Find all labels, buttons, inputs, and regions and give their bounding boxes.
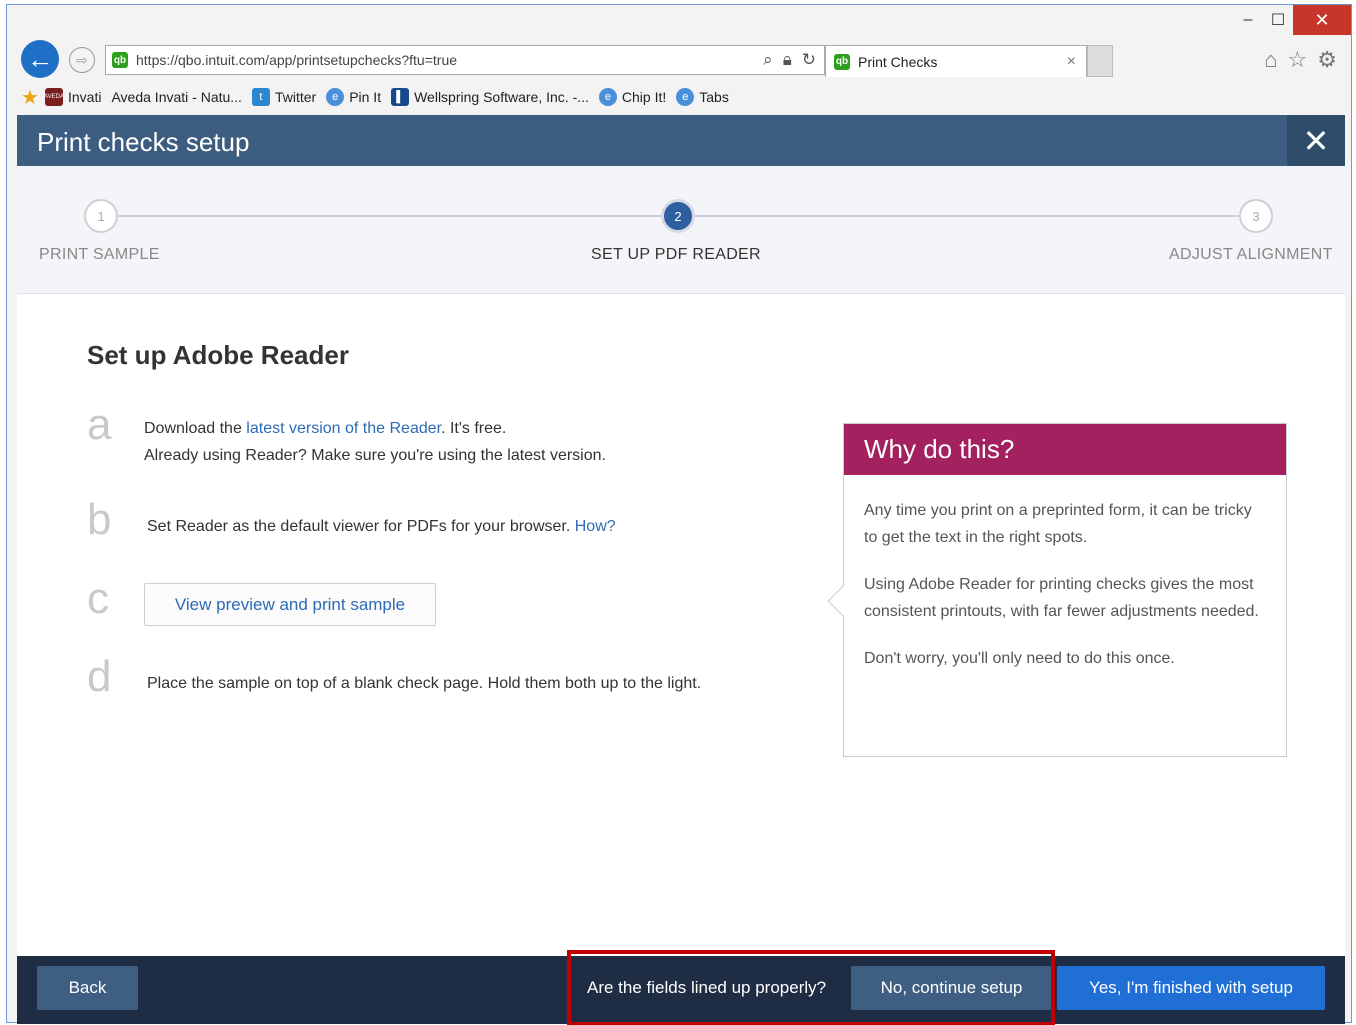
address-row: ← ⇨ qb https://qbo.intuit.com/app/prints… bbox=[7, 37, 1351, 79]
why-title: Why do this? bbox=[844, 424, 1286, 475]
favorites-star-icon[interactable]: ★ bbox=[21, 87, 39, 109]
maximize-button[interactable]: ☐ bbox=[1263, 5, 1293, 35]
step-letter-c: c bbox=[87, 574, 109, 623]
how-link[interactable]: How? bbox=[575, 518, 616, 535]
new-tab-button[interactable] bbox=[1087, 45, 1113, 77]
url-text[interactable]: https://qbo.intuit.com/app/printsetupche… bbox=[136, 52, 457, 68]
step-3-indicator: 3 bbox=[1239, 199, 1273, 233]
step-1-label: PRINT SAMPLE bbox=[39, 246, 160, 263]
window-controls: – ☐ ✕ bbox=[1233, 5, 1351, 35]
finish-setup-button[interactable]: Yes, I'm finished with setup bbox=[1057, 966, 1325, 1010]
refresh-icon[interactable]: ↻ bbox=[802, 50, 816, 70]
step-3-label: ADJUST ALIGNMENT bbox=[1169, 246, 1333, 263]
why-paragraph: Using Adobe Reader for printing checks g… bbox=[864, 576, 1259, 620]
page-title: Print checks setup bbox=[37, 127, 250, 157]
browser-tools: ⌂ ☆ ⚙ bbox=[1264, 47, 1337, 73]
step-letter-b: b bbox=[87, 495, 112, 544]
ie-icon: e bbox=[598, 88, 617, 106]
aveda-icon: AVEDA bbox=[44, 88, 64, 106]
main-content: Set up Adobe Reader a Download the lates… bbox=[17, 295, 1345, 955]
forward-arrow-icon[interactable]: ⇨ bbox=[69, 47, 95, 73]
wellspring-icon: ▌ bbox=[391, 88, 410, 106]
minimize-button[interactable]: – bbox=[1233, 5, 1263, 35]
favorite-item[interactable]: e Chip It! bbox=[598, 88, 666, 106]
tab-print-checks[interactable]: qb Print Checks × bbox=[825, 45, 1087, 77]
lock-icon[interactable]: 🔒︎ bbox=[783, 50, 792, 70]
favorite-item[interactable]: AVEDA Invati bbox=[44, 88, 101, 106]
setup-stepper: 1 2 3 PRINT SAMPLE SET UP PDF READER ADJ… bbox=[17, 166, 1345, 294]
ie-icon: e bbox=[676, 88, 695, 106]
back-button[interactable]: Back bbox=[37, 966, 138, 1010]
step-2-label: SET UP PDF READER bbox=[591, 246, 761, 263]
view-preview-button[interactable]: View preview and print sample bbox=[144, 583, 436, 626]
step-letter-a: a bbox=[87, 400, 112, 449]
step-1-indicator: 1 bbox=[84, 199, 118, 233]
close-dialog-button[interactable]: ✕ bbox=[1287, 115, 1345, 166]
close-tab-icon[interactable]: × bbox=[1067, 53, 1076, 71]
step-letter-d: d bbox=[87, 652, 112, 701]
quickbooks-favicon-icon: qb bbox=[112, 52, 128, 68]
step-a-text: Download the latest version of the Reade… bbox=[144, 420, 606, 464]
step-b-text: Set Reader as the default viewer for PDF… bbox=[147, 518, 616, 535]
dialog-header: Print checks setup ✕ bbox=[17, 115, 1345, 166]
print-checks-setup-dialog: Print checks setup ✕ 1 2 3 PRINT SAMPLE … bbox=[17, 115, 1345, 1025]
back-arrow-icon[interactable]: ← bbox=[21, 40, 59, 78]
why-paragraph: Don't worry, you'll only need to do this… bbox=[864, 650, 1175, 667]
favorite-item[interactable]: ▌ Wellspring Software, Inc. -... bbox=[391, 88, 589, 106]
favorites-star-icon[interactable]: ☆ bbox=[1288, 47, 1308, 73]
favorite-item[interactable]: Aveda Invati - Natu... bbox=[111, 89, 241, 105]
why-do-this-panel: Why do this? Any time you print on a pre… bbox=[827, 423, 1287, 757]
home-icon[interactable]: ⌂ bbox=[1264, 47, 1277, 73]
tab-title: Print Checks bbox=[858, 53, 938, 70]
quickbooks-favicon-icon: qb bbox=[834, 53, 850, 70]
address-bar[interactable]: qb https://qbo.intuit.com/app/printsetup… bbox=[105, 45, 825, 75]
favorite-item[interactable]: t Twitter bbox=[251, 88, 316, 106]
step-d-text: Place the sample on top of a blank check… bbox=[147, 675, 702, 692]
favorites-bar: ★ AVEDA Invati Aveda Invati - Natu... t … bbox=[7, 81, 1351, 113]
gear-icon[interactable]: ⚙ bbox=[1317, 47, 1337, 73]
section-heading: Set up Adobe Reader bbox=[87, 340, 349, 370]
favorite-item[interactable]: e Tabs bbox=[676, 88, 729, 106]
ie-icon: e bbox=[326, 88, 345, 106]
why-paragraph: Any time you print on a preprinted form,… bbox=[864, 502, 1252, 546]
why-body: Any time you print on a preprinted form,… bbox=[844, 475, 1286, 714]
close-window-button[interactable]: ✕ bbox=[1293, 5, 1351, 35]
dialog-footer: Back Are the fields lined up properly? N… bbox=[17, 950, 1345, 1025]
annotation-highlight-box bbox=[567, 950, 1055, 1025]
reader-download-link[interactable]: latest version of the Reader bbox=[246, 420, 441, 437]
favorite-item[interactable]: e Pin It bbox=[326, 88, 381, 106]
twitter-icon: t bbox=[251, 88, 270, 106]
url-tools: ⌕ 🔒︎ ↻ bbox=[763, 50, 824, 70]
browser-window: – ☐ ✕ ← ⇨ qb https://qbo.intuit.com/app/… bbox=[6, 4, 1352, 1025]
step-2-indicator: 2 bbox=[661, 199, 695, 233]
search-icon[interactable]: ⌕ bbox=[763, 50, 773, 70]
